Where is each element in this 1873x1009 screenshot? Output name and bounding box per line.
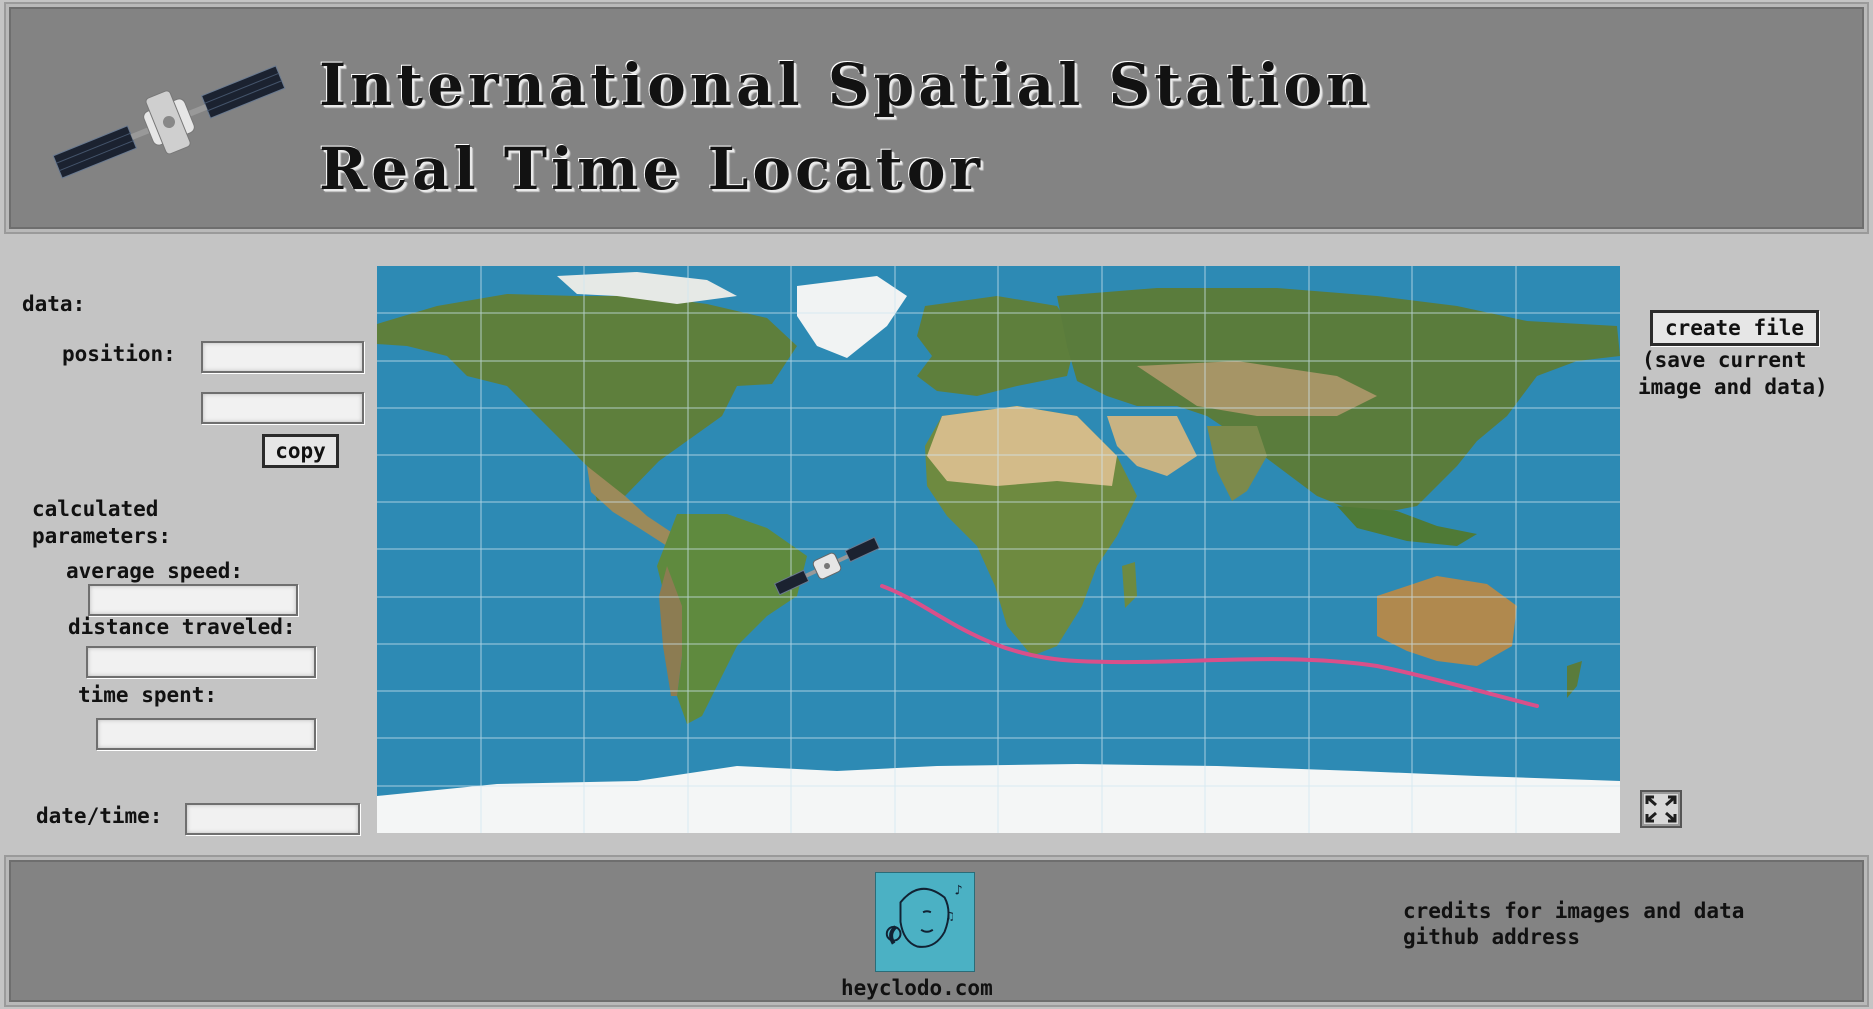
distance-traveled-label: distance traveled: [68,615,296,639]
datetime-label: date/time: [36,804,163,828]
credits-block: credits for images and data github addre… [1403,898,1744,950]
page-title-line1: International Spatial Station [319,51,1373,119]
footer: ♪ ♫ heyclodo.com credits for images and … [6,857,1867,1005]
fullscreen-button[interactable] [1640,790,1682,828]
time-spent-label: time spent: [78,683,218,707]
copy-button[interactable]: copy [262,434,339,468]
datetime-field[interactable] [185,803,360,835]
position-field-2[interactable] [201,392,364,424]
svg-text:♫: ♫ [947,909,954,923]
github-link[interactable]: github address [1403,924,1744,950]
average-speed-field[interactable] [88,584,298,616]
header-banner: International Spatial Station Real Time … [6,4,1867,232]
page-title-line2: Real Time Locator [319,135,984,203]
average-speed-label: average speed: [66,559,244,583]
create-file-hint-2: image and data) [1638,375,1828,399]
position-label: position: [62,342,176,366]
fullscreen-icon [1645,795,1677,823]
calculated-label-1: calculated [32,497,159,521]
world-map[interactable] [377,266,1620,833]
calculated-label-2: parameters: [32,524,172,548]
brand-link[interactable]: heyclodo.com [841,976,993,1000]
time-spent-field[interactable] [96,718,316,750]
credits-link[interactable]: credits for images and data [1403,898,1744,924]
create-file-hint-1: (save current [1642,348,1807,372]
avatar[interactable]: ♪ ♫ [875,872,975,972]
create-file-button[interactable]: create file [1650,310,1819,346]
position-field-1[interactable] [201,341,364,373]
satellite-icon [52,65,286,179]
svg-text:♪: ♪ [954,883,962,899]
distance-traveled-field[interactable] [86,646,316,678]
data-label: data: [22,292,86,316]
